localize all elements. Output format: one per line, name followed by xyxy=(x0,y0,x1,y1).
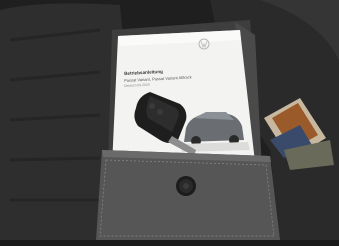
snap-button-icon xyxy=(176,176,196,196)
scene-illustration xyxy=(0,0,339,246)
photo-scene: Betriebsanleitung Passat Variant, Passat… xyxy=(0,0,339,246)
